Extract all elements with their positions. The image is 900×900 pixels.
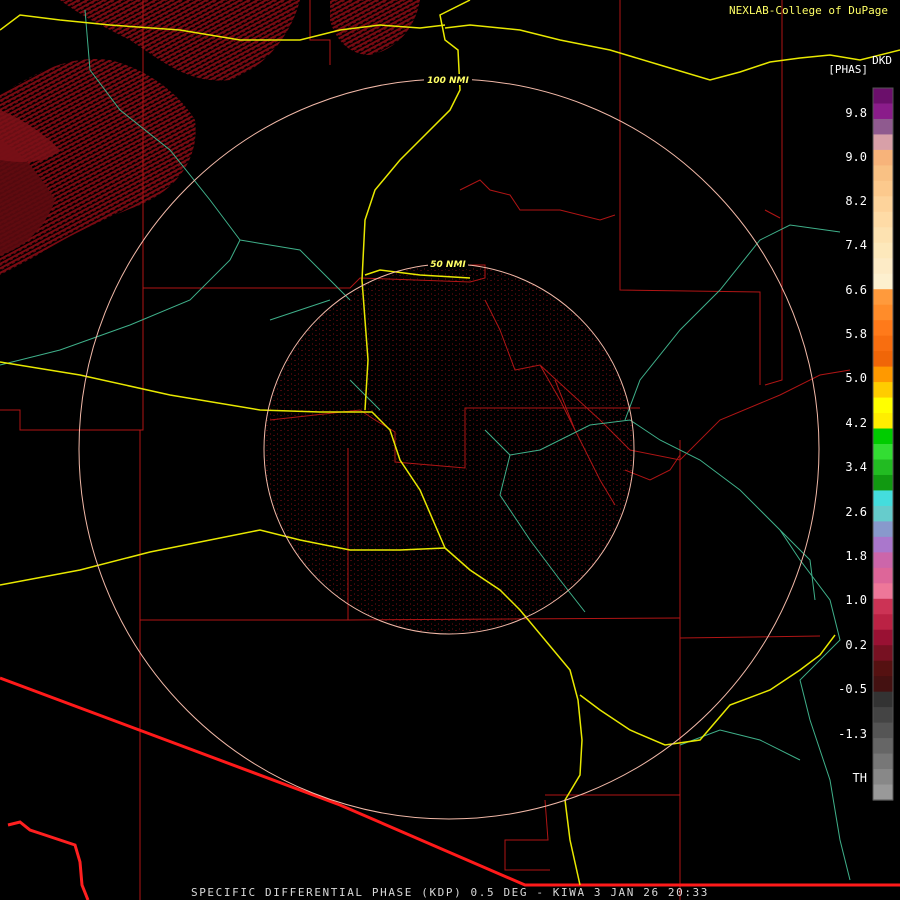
color-legend-bar xyxy=(873,88,893,801)
legend-swatch xyxy=(873,88,893,105)
legend-tick: TH xyxy=(852,771,867,785)
clutter-speckle xyxy=(264,264,634,634)
legend-tick: 5.8 xyxy=(845,327,867,341)
legend-swatch xyxy=(873,567,893,584)
legend-swatch xyxy=(873,149,893,166)
legend-swatch xyxy=(873,335,893,352)
legend-swatch xyxy=(873,459,893,476)
legend-swatch xyxy=(873,118,893,136)
legend-swatch xyxy=(873,366,893,383)
legend-tick: 4.2 xyxy=(845,416,867,430)
radar-display: 50 NMI 100 NMI xyxy=(0,0,900,900)
legend-swatch xyxy=(873,103,893,120)
legend-swatch xyxy=(873,722,893,739)
legend-swatch xyxy=(873,691,893,708)
legend-swatch xyxy=(873,273,893,290)
range-label-100: 100 NMI xyxy=(427,76,469,86)
legend-swatch xyxy=(873,645,893,662)
legend-swatch xyxy=(873,583,893,600)
legend-swatch xyxy=(873,211,893,228)
legend-swatch xyxy=(873,784,893,801)
legend-swatch xyxy=(873,660,893,677)
legend-swatch xyxy=(873,320,893,337)
legend-tick: 1.0 xyxy=(845,593,867,607)
legend-swatch xyxy=(873,769,893,786)
legend-tick: 5.0 xyxy=(845,371,867,385)
legend-tick: 6.6 xyxy=(845,283,867,297)
legend-tick: 1.8 xyxy=(845,549,867,563)
legend-swatch xyxy=(873,351,893,368)
precip-echoes xyxy=(0,0,634,634)
radar-map: 50 NMI 100 NMI NEXLAB-College of DuPage … xyxy=(0,0,900,900)
legend-swatch xyxy=(873,521,893,538)
legend-tick: 9.8 xyxy=(845,106,867,120)
legend-swatch xyxy=(873,165,893,182)
legend-swatch xyxy=(873,753,893,770)
legend-swatch xyxy=(873,536,893,553)
legend-swatch xyxy=(873,382,893,399)
legend-tick: -0.5 xyxy=(838,682,867,696)
legend-swatch xyxy=(873,413,893,430)
legend-units: [PHAS] xyxy=(828,63,868,76)
range-label-50: 50 NMI xyxy=(430,260,466,270)
legend-swatch xyxy=(873,134,893,151)
legend-swatch xyxy=(873,474,893,492)
legend-swatch xyxy=(873,180,893,197)
legend-tick: 9.0 xyxy=(845,150,867,164)
legend-swatch xyxy=(873,196,893,213)
legend-swatch xyxy=(873,505,893,522)
legend-tick: 2.6 xyxy=(845,505,867,519)
international-border xyxy=(0,676,900,887)
legend-tick: 3.4 xyxy=(845,460,867,474)
legend-tick: -1.3 xyxy=(838,727,867,741)
legend-swatch xyxy=(873,258,893,275)
legend-swatch xyxy=(873,552,893,569)
legend-swatch xyxy=(873,614,893,631)
legend-swatch xyxy=(873,598,893,615)
legend-swatch xyxy=(873,289,893,306)
product-footer: SPECIFIC DIFFERENTIAL PHASE (KDP) 0.5 DE… xyxy=(190,886,710,899)
legend-tick: 7.4 xyxy=(845,238,867,252)
legend-swatch xyxy=(873,242,893,259)
product-code: DKD xyxy=(872,54,892,67)
legend-swatch xyxy=(873,738,893,755)
legend-swatch xyxy=(873,676,893,693)
legend-swatch xyxy=(873,629,893,646)
legend-tick: 8.2 xyxy=(845,194,867,208)
legend-tick: 0.2 xyxy=(845,638,867,652)
legend-swatch xyxy=(873,304,893,321)
legend-swatch xyxy=(873,707,893,724)
credit-text: NEXLAB-College of DuPage xyxy=(729,4,888,17)
legend-swatch xyxy=(873,397,893,414)
legend-swatch xyxy=(873,490,893,507)
legend-swatch xyxy=(873,444,893,461)
legend-swatch xyxy=(873,227,893,244)
legend-swatch xyxy=(873,428,893,445)
